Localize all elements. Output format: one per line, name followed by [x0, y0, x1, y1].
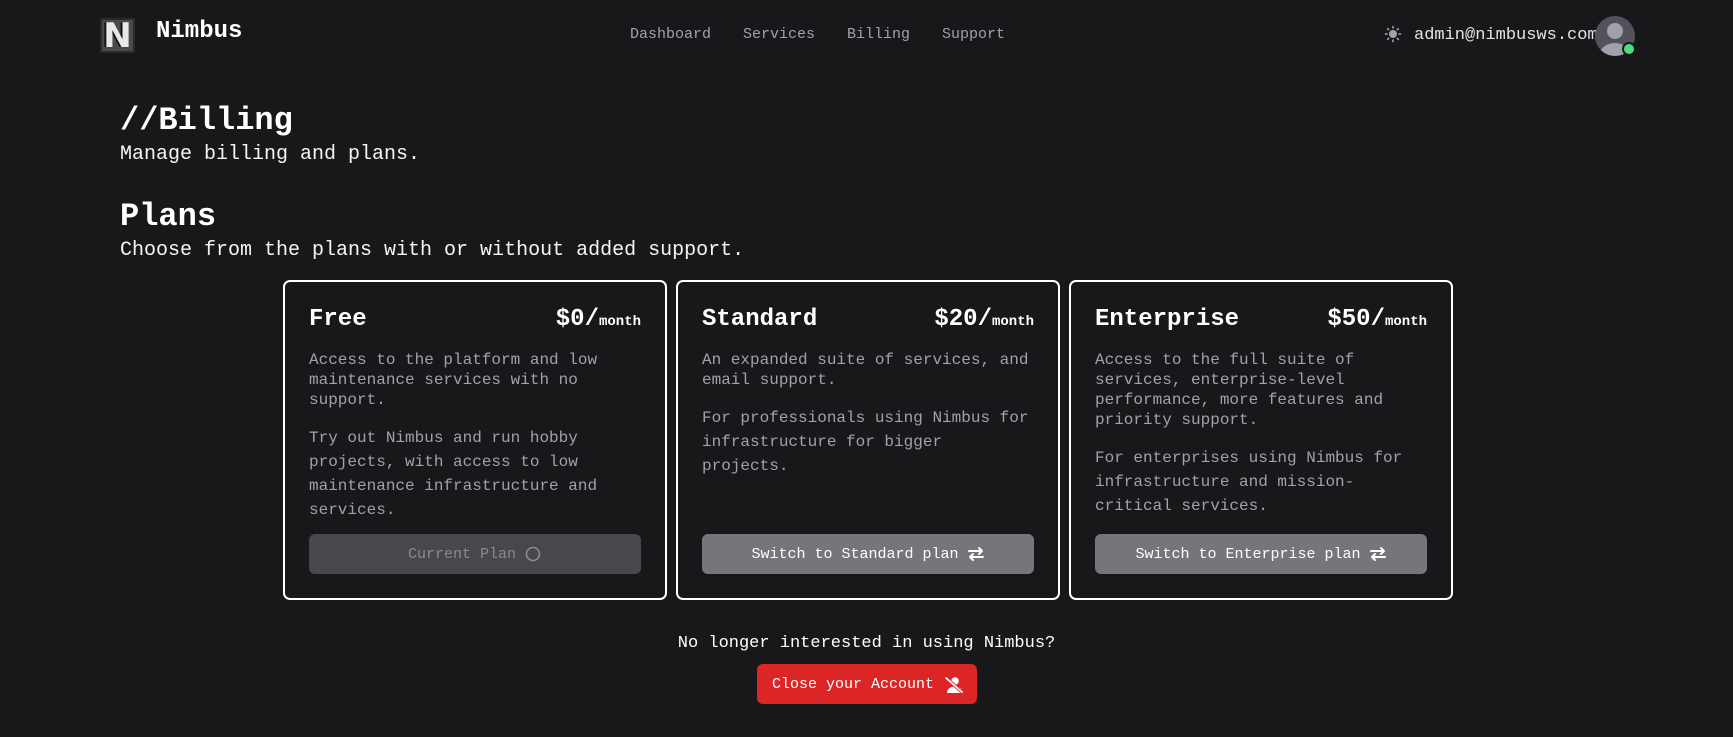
button-label: Current Plan: [407, 545, 517, 563]
plan-card-standard: Standard $20/month An expanded suite of …: [676, 280, 1060, 600]
plan-name: Enterprise: [1095, 306, 1240, 333]
plans-title: Plans: [120, 198, 217, 235]
price-amount: $0/: [555, 306, 599, 333]
avatar-head: [1607, 23, 1623, 39]
page-title: //Billing: [120, 102, 293, 139]
plan-description: An expanded suite of services, and email…: [702, 351, 1029, 389]
main-nav: Dashboard Services Billing Support: [630, 26, 1005, 43]
online-status-dot: [1622, 42, 1636, 56]
price-period: month: [598, 314, 641, 330]
plan-card-enterprise: Enterprise $50/month Access to the full …: [1069, 280, 1453, 600]
plan-detail: For enterprises using Nimbus for infrast…: [1095, 449, 1403, 515]
plan-price: $0/month: [556, 306, 641, 333]
close-account-prompt: No longer interested in using Nimbus?: [677, 634, 1056, 653]
nimbus-logo[interactable]: N: [100, 18, 135, 53]
plan-name: Free: [309, 306, 367, 333]
plan-description: Access to the full suite of services, en…: [1095, 351, 1384, 429]
plan-card-free: Free $0/month Access to the platform and…: [283, 280, 667, 600]
current-plan-button: Current Plan: [309, 534, 641, 574]
nav-link-billing[interactable]: Billing: [847, 26, 910, 43]
plans-subtitle: Choose from the plans with or without ad…: [120, 239, 745, 262]
plan-cards: Free $0/month Access to the platform and…: [283, 280, 1453, 600]
switch-to-enterprise-button[interactable]: Switch to Enterprise plan: [1095, 534, 1427, 574]
button-label: Switch to Standard plan: [751, 545, 959, 563]
plan-price: $50/month: [1327, 306, 1427, 333]
plan-name: Standard: [702, 306, 818, 333]
plan-detail: Try out Nimbus and run hobby projects, w…: [309, 429, 598, 519]
nav-link-services[interactable]: Services: [743, 26, 815, 43]
price-amount: $20/: [934, 306, 992, 333]
user-email: admin@nimbusws.com: [1414, 26, 1598, 45]
brand-name[interactable]: Nimbus: [156, 18, 242, 45]
price-amount: $50/: [1327, 306, 1385, 333]
nav-link-support[interactable]: Support: [942, 26, 1005, 43]
plan-price: $20/month: [934, 306, 1034, 333]
button-label: Close your Account: [771, 675, 935, 693]
sun-icon[interactable]: [1384, 25, 1402, 43]
plan-detail: For professionals using Nimbus for infra…: [702, 409, 1029, 475]
circle-icon: [524, 546, 542, 562]
close-account-button[interactable]: Close your Account: [757, 664, 977, 704]
swap-arrows-icon: [967, 546, 985, 562]
button-label: Switch to Enterprise plan: [1135, 545, 1361, 563]
nav-link-dashboard[interactable]: Dashboard: [630, 26, 711, 43]
switch-to-standard-button[interactable]: Switch to Standard plan: [702, 534, 1034, 574]
user-slash-icon: [944, 676, 964, 694]
price-period: month: [991, 314, 1034, 330]
page-subtitle: Manage billing and plans.: [120, 143, 421, 166]
top-nav: N Nimbus Dashboard Services Billing Supp…: [0, 0, 1733, 70]
plan-description: Access to the platform and low maintenan…: [309, 351, 598, 409]
swap-arrows-icon: [1369, 546, 1387, 562]
price-period: month: [1384, 314, 1427, 330]
